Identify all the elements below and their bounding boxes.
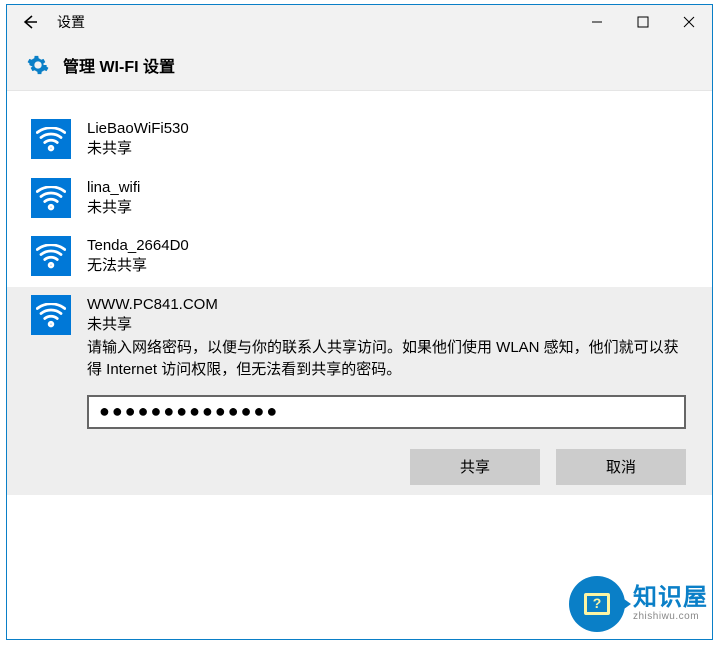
network-ssid: lina_wifi: [87, 178, 686, 198]
network-status: 未共享: [87, 315, 686, 335]
network-ssid: WWW.PC841.COM: [87, 295, 686, 315]
back-button[interactable]: [7, 5, 53, 39]
network-item[interactable]: LieBaoWiFi530 未共享: [7, 111, 712, 170]
wifi-icon: [31, 119, 71, 159]
close-button[interactable]: [666, 5, 712, 39]
minimize-button[interactable]: [574, 5, 620, 39]
gear-icon: [27, 54, 49, 76]
password-input[interactable]: [87, 395, 686, 429]
network-ssid: Tenda_2664D0: [87, 236, 686, 256]
network-item[interactable]: Tenda_2664D0 无法共享: [7, 228, 712, 287]
back-arrow-icon: [20, 12, 40, 32]
logo-brand: 知识屋: [633, 586, 708, 610]
network-ssid: LieBaoWiFi530: [87, 119, 686, 139]
network-status: 未共享: [87, 139, 686, 159]
logo-url: zhishiwu.com: [633, 612, 708, 622]
window-controls: [574, 5, 712, 39]
cancel-button[interactable]: 取消: [556, 449, 686, 485]
network-status: 未共享: [87, 198, 686, 218]
logo-icon: [569, 576, 625, 632]
maximize-button[interactable]: [620, 5, 666, 39]
page-header: 管理 WI-FI 设置: [7, 39, 712, 91]
titlebar: 设置: [7, 5, 712, 39]
network-list: LieBaoWiFi530 未共享 lina_wifi 未共享 Tenda_26…: [7, 91, 712, 639]
network-status: 无法共享: [87, 256, 686, 276]
network-item-selected[interactable]: WWW.PC841.COM 未共享 请输入网络密码，以便与你的联系人共享访问。如…: [7, 287, 712, 495]
wifi-icon: [31, 295, 71, 335]
wifi-icon: [31, 178, 71, 218]
network-item[interactable]: lina_wifi 未共享: [7, 170, 712, 229]
share-hint: 请输入网络密码，以便与你的联系人共享访问。如果他们使用 WLAN 感知，他们就可…: [87, 337, 686, 381]
settings-window: 设置 管理 WI-FI 设置 LieBaoWiFi530 未共享: [7, 5, 712, 639]
window-title: 设置: [53, 12, 574, 32]
wifi-icon: [31, 236, 71, 276]
watermark-logo: 知识屋 zhishiwu.com: [569, 576, 708, 632]
share-button[interactable]: 共享: [410, 449, 540, 485]
page-title: 管理 WI-FI 设置: [63, 53, 175, 77]
